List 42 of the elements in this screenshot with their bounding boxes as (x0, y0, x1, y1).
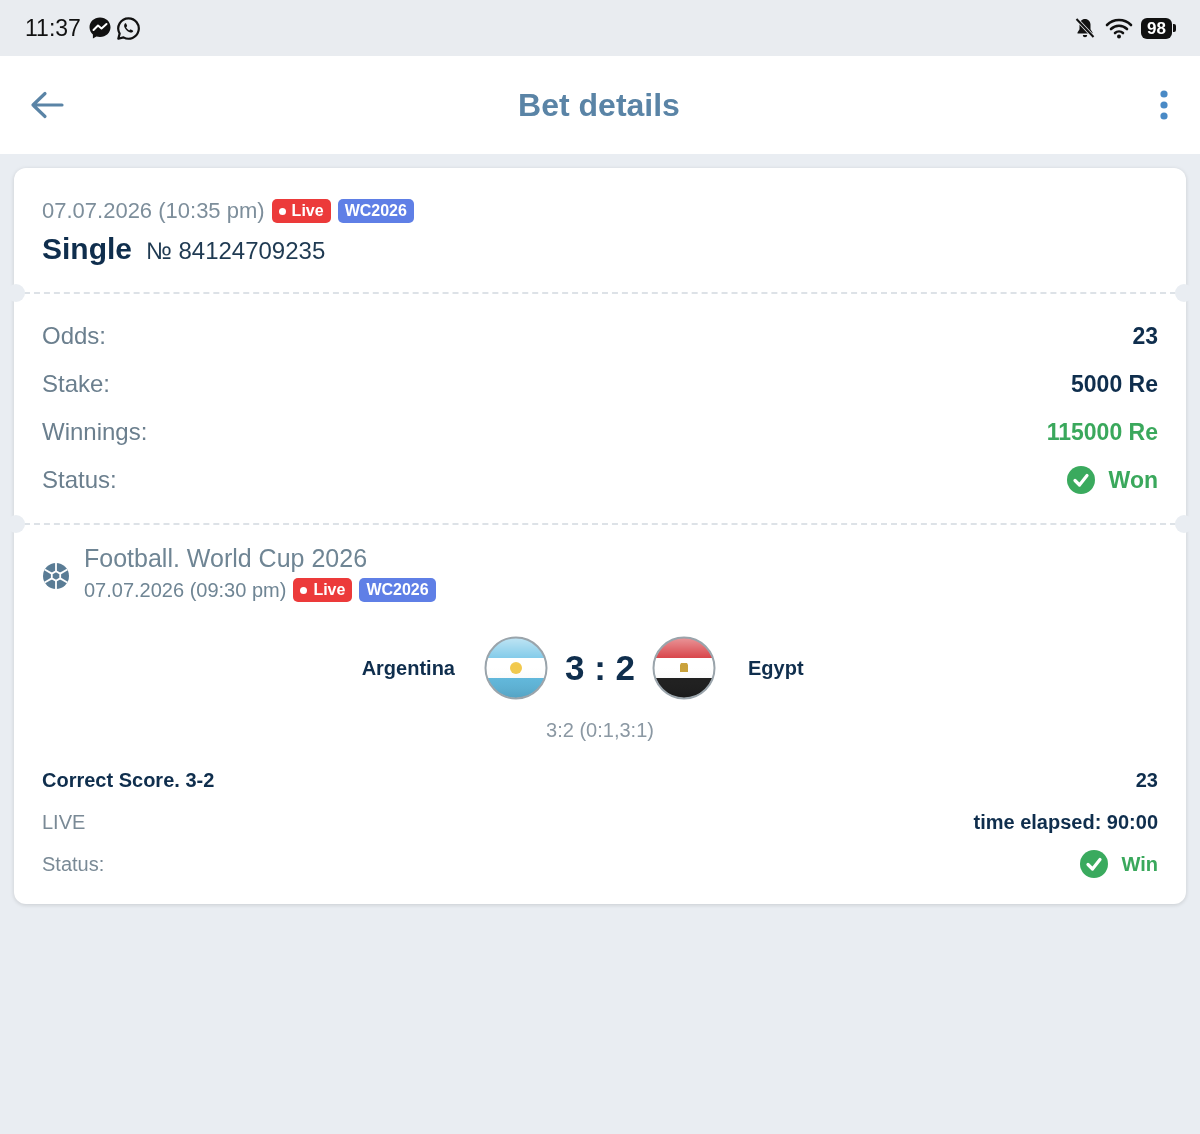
status-value: Win (1121, 852, 1158, 876)
bet-number: № 84124709235 (146, 237, 326, 265)
battery-indicator: 98 (1141, 17, 1176, 39)
info-label: LIVE (42, 810, 86, 834)
event-title: Football. World Cup 2026 (84, 543, 369, 574)
match-score: 3 : 2 (564, 648, 635, 688)
flag-icon (483, 636, 548, 700)
summary-value: 23 (1132, 322, 1158, 350)
summary-label: Status: (42, 466, 117, 494)
summary-label: Odds: (42, 322, 107, 350)
market-label: Correct Score. 3-2 (42, 768, 215, 792)
summary-label: Winnings: (42, 418, 148, 446)
page-title: Bet details (518, 86, 680, 124)
bet-type: Single (42, 232, 132, 266)
score-detail: 3:2 (0:1,3:1) (546, 718, 654, 743)
tournament-tag: WC2026 (359, 578, 436, 602)
team-name: Argentina (361, 656, 455, 680)
status-time: 11:37 (25, 14, 81, 42)
check-icon (1079, 850, 1108, 878)
summary-label: Stake: (42, 370, 111, 398)
odds-value: 23 (1135, 768, 1158, 792)
event-date: 07.07.2026 (09:30 pm) (84, 578, 287, 602)
tournament-tag: WC2026 (337, 199, 414, 223)
phone-bubble-icon (115, 15, 141, 41)
summary-value: 5000 Re (1071, 370, 1158, 398)
info-value: time elapsed: 90:00 (973, 810, 1158, 834)
soccer-ball-icon (42, 562, 70, 590)
check-icon (1066, 466, 1095, 494)
bet-date: 07.07.2026 (10:35 pm) (42, 198, 265, 224)
vertical-dots-icon (1160, 90, 1168, 120)
team-name: Egypt (748, 656, 804, 680)
dot-icon (300, 586, 308, 594)
live-label: Live (291, 201, 324, 221)
dot-icon (278, 207, 286, 215)
flag-icon (652, 636, 716, 700)
arrow-left-icon (30, 91, 64, 119)
live-label: Live (313, 580, 346, 600)
status-value: Won (1108, 466, 1158, 494)
chat-bubble-icon (87, 16, 112, 40)
wifi-icon (1105, 17, 1134, 39)
winnings-value: 115000 Re (1046, 418, 1158, 446)
status-label: Status: (42, 852, 105, 876)
